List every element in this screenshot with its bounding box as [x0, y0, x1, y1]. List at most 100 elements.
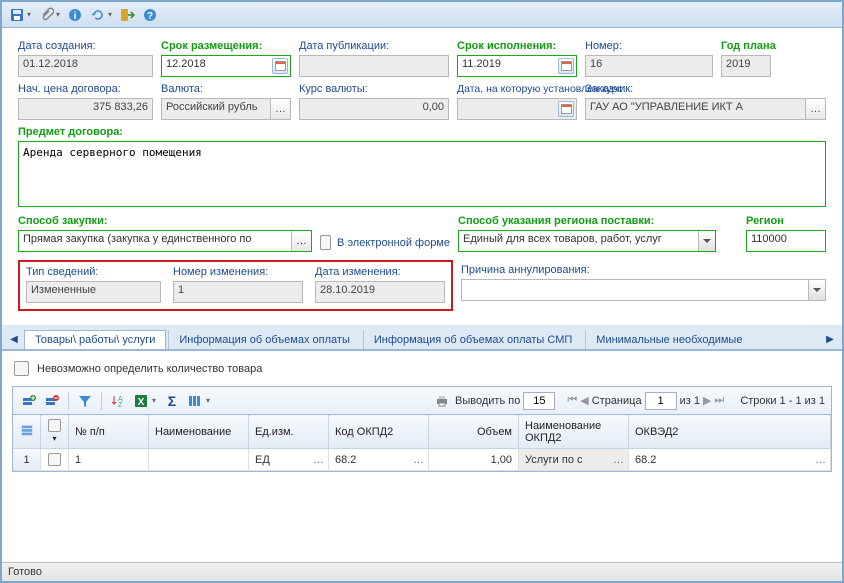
tab-content: Невозможно определить количество товара …: [2, 351, 842, 480]
tabs-bar: ◀ Товары\ работы\ услуги Информация об о…: [2, 325, 842, 351]
field-placement-deadline[interactable]: 12.2018: [161, 55, 291, 77]
calendar-icon[interactable]: [558, 101, 574, 117]
exit-icon[interactable]: [116, 4, 138, 26]
label-contract-subject: Предмет договора:: [18, 126, 826, 138]
tab-payment-info[interactable]: Информация об объемах оплаты: [168, 330, 360, 349]
tab-scroll-right[interactable]: ▶: [822, 329, 838, 349]
page-last-icon[interactable]: ⏭: [714, 394, 724, 407]
field-page-num[interactable]: [645, 392, 677, 410]
tab-scroll-left[interactable]: ◀: [6, 329, 22, 349]
label-electronic: В электронной форме: [337, 237, 450, 250]
field-region-method[interactable]: Единый для всех товаров, работ, услуг: [458, 230, 716, 252]
attach-icon[interactable]: [35, 4, 57, 26]
page-prev-icon[interactable]: ◀: [580, 394, 588, 407]
label-customer: Заказчик:: [585, 83, 826, 95]
field-page-size[interactable]: [523, 392, 555, 410]
lookup-icon[interactable]: …: [270, 99, 290, 119]
lookup-icon[interactable]: …: [805, 99, 825, 119]
cell-volume[interactable]: 1,00: [429, 449, 519, 471]
field-currency[interactable]: Российский рубль…: [161, 98, 291, 120]
label-output-by: Выводить по: [455, 395, 520, 407]
cell-okpd2name: Услуги по с…: [519, 449, 629, 471]
cell-okpd2[interactable]: 68.2…: [329, 449, 429, 471]
cell-unit[interactable]: ЕД…: [249, 449, 329, 471]
grid-filter-icon[interactable]: [75, 391, 95, 411]
label-exchange-rate: Курс валюты:: [299, 83, 449, 95]
label-region: Регион: [746, 215, 826, 227]
field-number: 16: [585, 55, 713, 77]
save-icon[interactable]: [6, 4, 28, 26]
field-region[interactable]: 110000: [746, 230, 826, 252]
field-purchase-method[interactable]: Прямая закупка (закупка у единственного …: [18, 230, 312, 252]
grid-columns-icon[interactable]: [185, 391, 205, 411]
lookup-icon[interactable]: …: [291, 231, 311, 251]
label-plan-year: Год плана: [721, 40, 771, 52]
excel-dropdown[interactable]: ▾: [152, 396, 156, 405]
calendar-icon[interactable]: [558, 58, 574, 74]
cell-okved2[interactable]: 68.2…: [629, 449, 831, 471]
label-change-date: Дата изменения:: [315, 266, 445, 278]
info-icon[interactable]: i: [64, 4, 86, 26]
calendar-icon[interactable]: [272, 58, 288, 74]
rows-info: Строки 1 - 1 из 1: [740, 395, 825, 407]
field-info-type: Измененные: [26, 281, 161, 303]
field-change-date: 28.10.2019: [315, 281, 445, 303]
tab-payment-smp[interactable]: Информация об объемах оплаты СМП: [363, 330, 583, 349]
grid-print-icon[interactable]: [432, 391, 452, 411]
col-num[interactable]: № п/п: [69, 415, 149, 449]
cell-num[interactable]: 1: [69, 449, 149, 471]
col-checkbox[interactable]: ▾: [41, 415, 69, 449]
grid-sum-icon[interactable]: Σ: [162, 391, 182, 411]
col-name[interactable]: Наименование: [149, 415, 249, 449]
cell-name[interactable]: [149, 449, 249, 471]
label-purchase-method: Способ закупки:: [18, 215, 312, 227]
grid-excel-icon[interactable]: X: [131, 391, 151, 411]
label-of: из 1: [680, 395, 700, 407]
field-cancel-reason[interactable]: [461, 279, 826, 301]
field-rate-date[interactable]: [457, 98, 577, 120]
field-date-published: [299, 55, 449, 77]
label-change-number: Номер изменения:: [173, 266, 303, 278]
svg-text:?: ?: [147, 11, 153, 22]
dropdown-icon[interactable]: [808, 280, 825, 300]
col-unit[interactable]: Ед.изм.: [249, 415, 329, 449]
label-start-price: Нач. цена договора:: [18, 83, 153, 95]
table-row[interactable]: 1 1 ЕД… 68.2… 1,00 Услуги по с… 68.2…: [13, 449, 831, 471]
label-date-created: Дата создания:: [18, 40, 153, 52]
grid-sort-icon[interactable]: AZ: [108, 391, 128, 411]
dropdown-icon[interactable]: [698, 231, 715, 251]
field-execution-deadline[interactable]: 11.2019: [457, 55, 577, 77]
col-row-selector[interactable]: [13, 415, 41, 449]
svg-text:X: X: [138, 397, 145, 408]
label-execution-deadline: Срок исполнения:: [457, 40, 577, 52]
col-okpd2name[interactable]: Наименование ОКПД2: [519, 415, 629, 449]
field-exchange-rate: 0,00: [299, 98, 449, 120]
save-dropdown[interactable]: ▾: [27, 10, 31, 19]
col-okved2[interactable]: ОКВЭД2: [629, 415, 831, 449]
col-volume[interactable]: Объем: [429, 415, 519, 449]
label-date-published: Дата публикации:: [299, 40, 449, 52]
checkbox-electronic[interactable]: [320, 235, 331, 250]
label-info-type: Тип сведений:: [26, 266, 161, 278]
field-contract-subject[interactable]: Аренда серверного помещения: [18, 141, 826, 207]
cell-rownum: 1: [13, 449, 41, 471]
field-customer[interactable]: ГАУ АО "УПРАВЛЕНИЕ ИКТ А…: [585, 98, 826, 120]
help-icon[interactable]: ?: [139, 4, 161, 26]
goods-grid: ▾ № п/п Наименование Ед.изм. Код ОКПД2 О…: [12, 414, 832, 472]
attach-dropdown[interactable]: ▾: [56, 10, 60, 19]
checkbox-cannot-determine-qty[interactable]: [14, 361, 29, 376]
columns-dropdown[interactable]: ▾: [206, 396, 210, 405]
page-next-icon[interactable]: ▶: [703, 394, 711, 407]
grid-delete-icon[interactable]: [42, 391, 62, 411]
cell-checkbox[interactable]: [41, 449, 69, 471]
grid-add-icon[interactable]: [19, 391, 39, 411]
tab-goods[interactable]: Товары\ работы\ услуги: [24, 330, 166, 351]
page-first-icon[interactable]: ⏮: [567, 394, 577, 407]
col-okpd2[interactable]: Код ОКПД2: [329, 415, 429, 449]
grid-toolbar: AZ X ▾ Σ ▾ Выводить по ⏮ ◀ Страница из 1…: [12, 386, 832, 414]
status-bar: Готово: [2, 562, 842, 581]
tab-minimum-req[interactable]: Минимальные необходимые: [585, 330, 753, 349]
refresh-dropdown[interactable]: ▾: [108, 10, 112, 19]
refresh-icon[interactable]: [87, 4, 109, 26]
label-page: Страница: [592, 395, 642, 407]
